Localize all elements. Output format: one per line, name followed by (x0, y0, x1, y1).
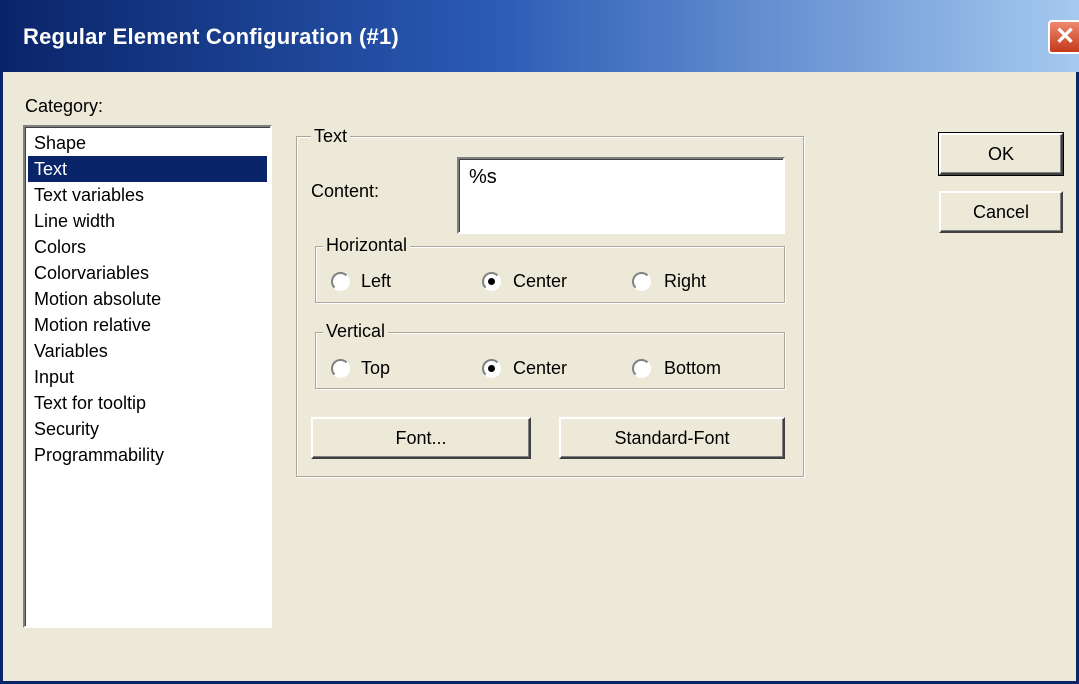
close-icon: ✕ (1054, 23, 1076, 50)
ok-button[interactable]: OK (938, 132, 1064, 176)
radio-horizontal-center[interactable] (482, 272, 501, 291)
radio-vertical-center[interactable] (482, 359, 501, 378)
radio-horizontal-right[interactable] (632, 272, 651, 291)
list-item-text-variables[interactable]: Text variables (28, 182, 267, 208)
radio-vertical-top-label[interactable]: Top (361, 358, 390, 379)
radio-horizontal-center-label[interactable]: Center (513, 271, 567, 292)
window-title: Regular Element Configuration (#1) (23, 24, 399, 49)
font-button[interactable]: Font... (311, 417, 531, 459)
radio-vertical-top[interactable] (331, 359, 350, 378)
list-item-shape[interactable]: Shape (28, 130, 267, 156)
content-label: Content: (311, 181, 380, 201)
title-bar[interactable]: Regular Element Configuration (#1) ✕ (3, 0, 1079, 72)
content-input[interactable]: %s (457, 157, 785, 234)
category-label: Category: (25, 96, 104, 116)
list-item-colors[interactable]: Colors (28, 234, 267, 260)
list-item-security[interactable]: Security (28, 416, 267, 442)
vertical-group-title: Vertical (323, 321, 389, 342)
list-item-programmability[interactable]: Programmability (28, 442, 267, 468)
horizontal-group-title: Horizontal (323, 235, 411, 256)
dialog-window: Regular Element Configuration (#1) ✕ Cat… (0, 0, 1079, 684)
radio-selected-dot (488, 278, 495, 285)
radio-horizontal-right-label[interactable]: Right (664, 271, 706, 292)
cancel-button[interactable]: Cancel (939, 191, 1063, 233)
list-item-line-width[interactable]: Line width (28, 208, 267, 234)
radio-vertical-bottom[interactable] (632, 359, 651, 378)
text-group-title: Text (311, 126, 351, 147)
radio-vertical-bottom-label[interactable]: Bottom (664, 358, 721, 379)
close-button[interactable]: ✕ (1048, 20, 1079, 54)
list-item-colorvariables[interactable]: Colorvariables (28, 260, 267, 286)
radio-horizontal-left[interactable] (331, 272, 350, 291)
list-item-input[interactable]: Input (28, 364, 267, 390)
list-item-variables[interactable]: Variables (28, 338, 267, 364)
category-list[interactable]: Shape Text Text variables Line width Col… (23, 125, 272, 628)
standard-font-button[interactable]: Standard-Font (559, 417, 785, 459)
list-item-text-for-tooltip[interactable]: Text for tooltip (28, 390, 267, 416)
radio-vertical-center-label[interactable]: Center (513, 358, 567, 379)
radio-selected-dot (488, 365, 495, 372)
list-item-motion-relative[interactable]: Motion relative (28, 312, 267, 338)
list-item-motion-absolute[interactable]: Motion absolute (28, 286, 267, 312)
radio-horizontal-left-label[interactable]: Left (361, 271, 391, 292)
list-item-text[interactable]: Text (28, 156, 267, 182)
